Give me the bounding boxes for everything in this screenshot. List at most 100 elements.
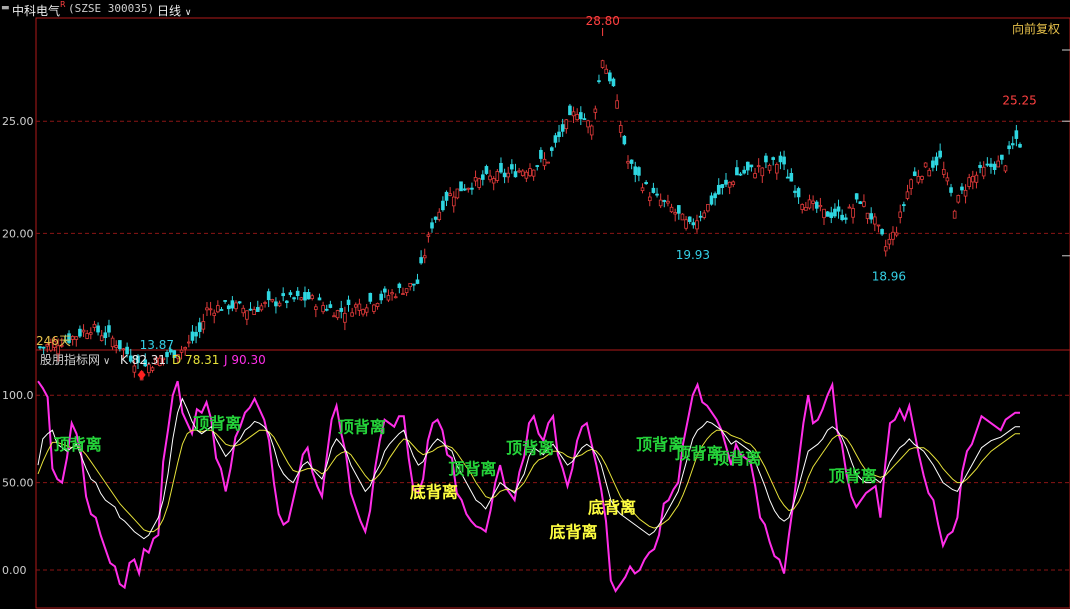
candle-body xyxy=(397,283,402,288)
candle-body xyxy=(698,215,703,218)
candle-body xyxy=(560,124,565,132)
price-axis-tick: 20.00 xyxy=(2,227,34,240)
candle-body xyxy=(702,212,707,218)
candle-body xyxy=(920,176,924,180)
candle-body xyxy=(332,315,336,318)
candle-body xyxy=(386,295,391,301)
candle-body xyxy=(655,193,659,196)
candle-body xyxy=(103,332,108,339)
candle-body xyxy=(165,352,169,358)
candle-body xyxy=(528,168,532,177)
candle-body xyxy=(931,160,935,168)
candle-body xyxy=(448,193,452,196)
candle-body xyxy=(255,307,260,312)
candle-body xyxy=(894,232,899,236)
candle-body xyxy=(967,177,971,187)
price-point-label: 25.25 xyxy=(1002,94,1036,108)
candle-body xyxy=(437,211,442,221)
d-value-label: D 78.31 xyxy=(172,353,219,367)
candle-body xyxy=(150,367,155,371)
candle-body xyxy=(749,164,754,168)
candle-body xyxy=(281,293,285,297)
candle-body xyxy=(190,331,195,341)
candle-body xyxy=(680,213,685,221)
candle-body xyxy=(981,166,986,177)
candle-body xyxy=(303,292,307,301)
candle-body xyxy=(466,187,471,190)
candle-body xyxy=(350,312,354,317)
candle-body xyxy=(941,169,946,175)
candle-body xyxy=(637,167,641,176)
candle-body xyxy=(430,222,434,229)
candle-body xyxy=(226,305,231,310)
candle-body xyxy=(865,212,870,219)
candle-body xyxy=(793,190,797,193)
candle-body xyxy=(205,307,209,311)
candle-body xyxy=(800,204,805,210)
candle-body xyxy=(891,231,895,240)
candle-body xyxy=(974,174,979,183)
candle-body xyxy=(404,288,409,293)
candle-body xyxy=(934,156,939,166)
candle-body xyxy=(829,212,834,219)
candle-body xyxy=(292,297,296,300)
candle-body xyxy=(361,309,365,315)
candle-body xyxy=(644,182,648,185)
candle-body xyxy=(992,163,997,171)
candle-body xyxy=(778,155,783,163)
candle-body xyxy=(1007,145,1011,150)
candle-body xyxy=(869,213,873,220)
candle-body xyxy=(847,206,852,209)
candle-body xyxy=(274,301,278,307)
candle-body xyxy=(785,176,790,179)
candle-body xyxy=(633,166,638,175)
candle-body xyxy=(107,325,111,333)
candle-body xyxy=(658,199,663,207)
candle-body xyxy=(571,111,576,117)
candle-body xyxy=(586,120,590,128)
candle-body xyxy=(223,300,227,302)
candle-body xyxy=(760,167,765,177)
indicator-name: 股朋指标网 xyxy=(40,352,100,367)
candle-body xyxy=(324,308,329,311)
kdj-axis-tick: 100.0 xyxy=(2,389,34,402)
candle-body xyxy=(767,164,772,171)
candle-body xyxy=(568,105,572,116)
candle-body xyxy=(618,125,623,133)
candle-body xyxy=(539,149,543,159)
candle-body xyxy=(383,288,387,293)
candle-body xyxy=(880,229,884,235)
candle-body xyxy=(1003,165,1008,172)
candle-body xyxy=(81,329,86,333)
candle-body xyxy=(952,210,957,219)
candle-body xyxy=(441,200,445,211)
kdj-panel-frame xyxy=(35,349,1070,609)
candle-body xyxy=(245,310,249,320)
candle-body xyxy=(840,214,844,221)
k-value-label: K 82.31 xyxy=(120,353,166,367)
candle-body xyxy=(502,172,507,178)
candle-body xyxy=(597,80,601,83)
candle-body xyxy=(390,292,394,295)
candle-body xyxy=(495,171,500,181)
candle-body xyxy=(640,187,645,192)
candle-body xyxy=(357,303,362,311)
candle-body xyxy=(582,118,587,121)
candle-body xyxy=(524,171,529,179)
candle-body xyxy=(346,299,351,305)
candle-body xyxy=(506,172,511,178)
indicator-chevron-down-icon[interactable]: ∨ xyxy=(103,356,110,367)
candle-body xyxy=(368,292,373,302)
top-divergence-label: 顶背离 xyxy=(338,418,386,437)
candle-body xyxy=(353,304,358,308)
candle-body xyxy=(575,114,579,121)
candle-body xyxy=(499,162,503,173)
candle-body xyxy=(822,208,826,219)
candle-body xyxy=(557,131,561,138)
candle-body xyxy=(299,297,304,301)
candle-body xyxy=(600,60,605,68)
top-divergence-label: 顶背离 xyxy=(829,467,877,486)
candle-body xyxy=(960,186,964,191)
candle-body xyxy=(343,312,347,323)
candle-body xyxy=(379,293,383,301)
